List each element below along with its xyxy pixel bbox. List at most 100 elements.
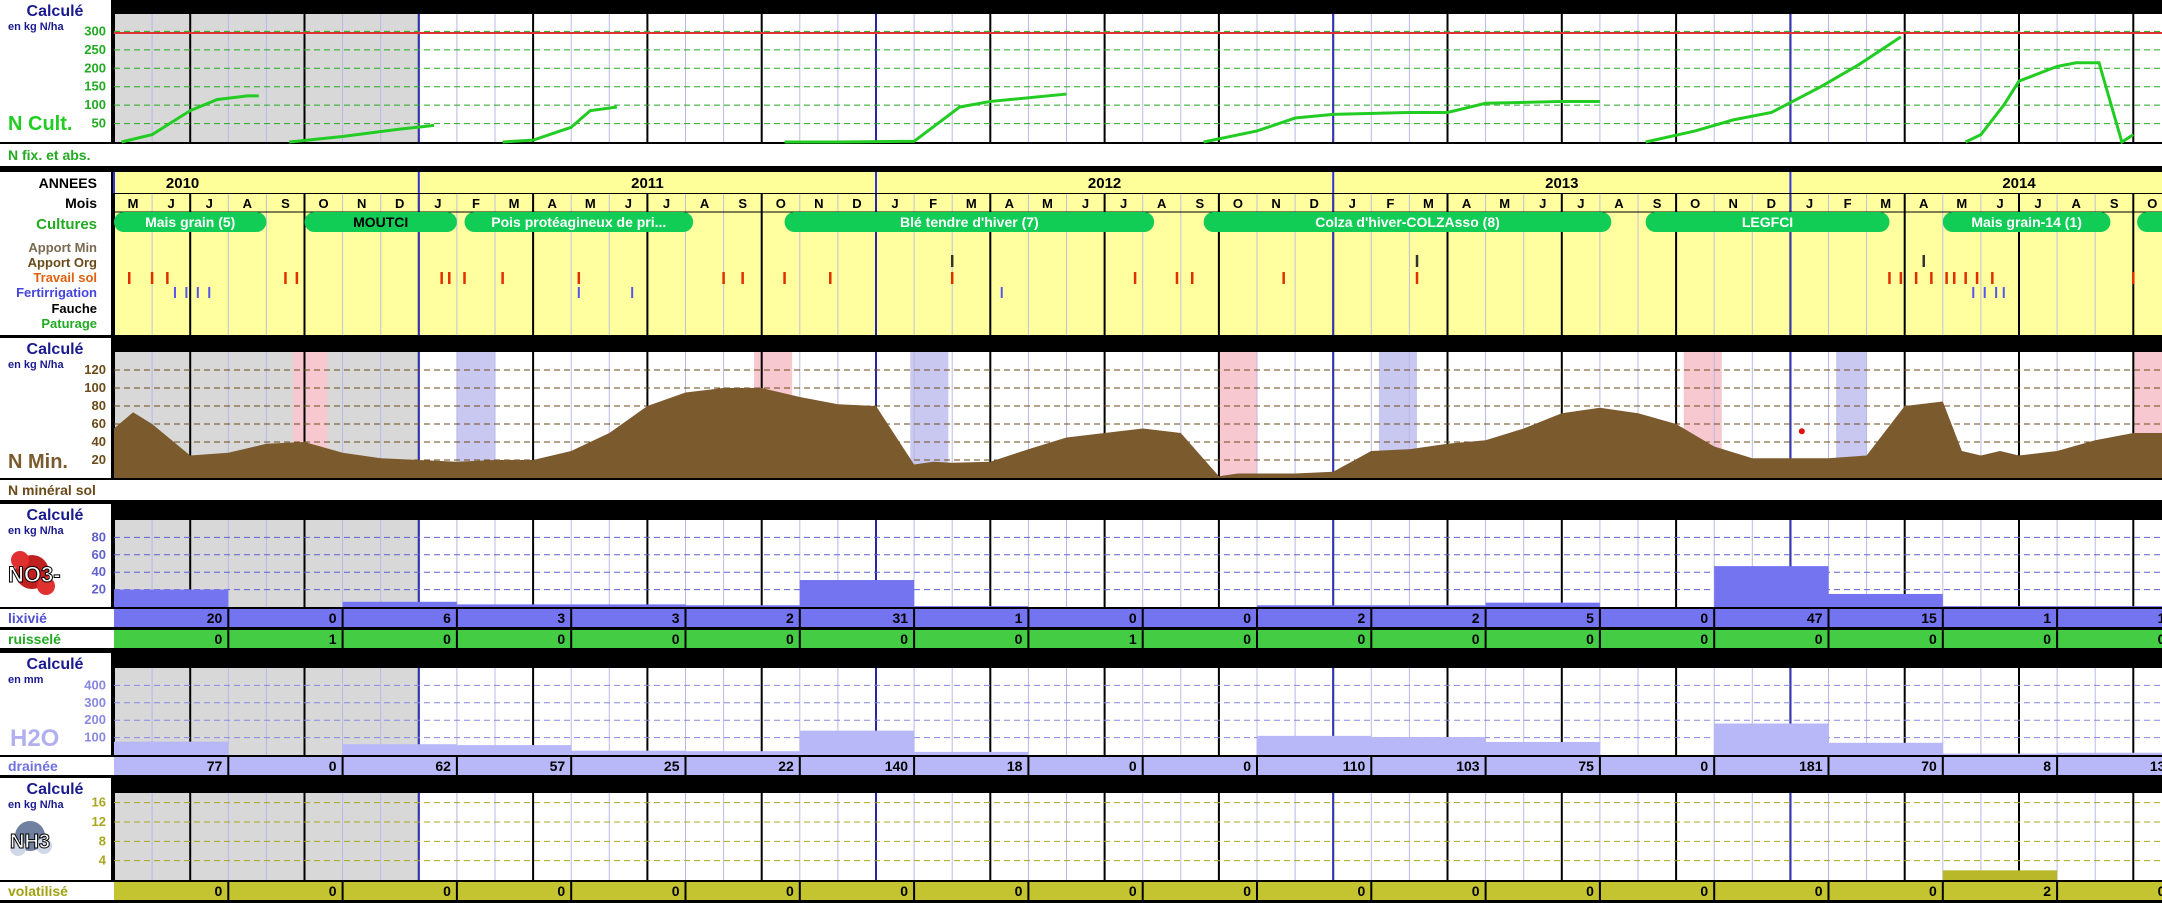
no3-icon-text: NO3-: [8, 562, 61, 587]
lixivie-bar: [571, 604, 686, 607]
crop-label: Colza d'hiver-COLZAsso (8): [1315, 214, 1500, 230]
lixivie-value: 2: [1472, 610, 1480, 626]
month-label: M: [509, 196, 520, 211]
month-label: J: [168, 196, 175, 211]
ruissele-value: 0: [1243, 631, 1251, 647]
month-label: J: [2034, 196, 2041, 211]
ruissele-label: ruisselé: [8, 631, 61, 647]
lixivie-bar: [1828, 593, 1943, 607]
year-label: 2013: [1545, 175, 1578, 192]
lixivie-bar: [799, 580, 915, 607]
calcule-label: Calculé: [27, 341, 84, 358]
y-tick-label: 80: [92, 529, 106, 544]
volatilise-value: 0: [1129, 883, 1137, 899]
h2o-plot-bg: [114, 668, 2162, 755]
draine-value: 18: [1007, 758, 1023, 774]
draine-bar: [1485, 741, 1600, 755]
month-label: J: [434, 196, 441, 211]
lixivie-value: 0: [1243, 610, 1251, 626]
volatilise-value: 0: [215, 883, 223, 899]
month-label: M: [128, 196, 139, 211]
draine-value: 75: [1578, 758, 1594, 774]
crop-label: LEGFCI: [1742, 214, 1793, 230]
ruissele-value: 0: [1015, 631, 1023, 647]
nfix-row: [0, 144, 2162, 166]
crop-label: Pois protéagineux de pri...: [491, 214, 666, 230]
draine-bar: [2057, 752, 2162, 755]
crop-label: Mais grain-14 (1): [1971, 214, 2081, 230]
lixivie-label: lixivié: [8, 610, 47, 626]
lixivie-value: 3: [557, 610, 565, 626]
unit-label: en kg N/ha: [8, 21, 65, 33]
volatilise-value: 0: [1586, 883, 1594, 899]
ruissele-value: 0: [2158, 631, 2162, 647]
unit-label: en kg N/ha: [8, 525, 65, 537]
volatilise-value: 2: [2043, 883, 2051, 899]
calcule-label: Calculé: [27, 3, 84, 20]
month-label: F: [1844, 196, 1852, 211]
lixivie-bar: [1371, 605, 1486, 607]
y-tick-label: 8: [99, 833, 106, 848]
y-tick-label: 4: [99, 853, 107, 868]
draine-bar: [1371, 737, 1486, 755]
month-label: N: [357, 196, 366, 211]
calcule-label: Calculé: [27, 781, 84, 798]
lixivie-value: 0: [329, 610, 337, 626]
y-tick-label: 20: [92, 452, 106, 467]
month-label: J: [1349, 196, 1356, 211]
volatilise-row: [114, 882, 2162, 900]
month-label: O: [318, 196, 328, 211]
nmin-measure-point: [1798, 428, 1805, 435]
month-label: O: [1233, 196, 1243, 211]
volatilise-value: 0: [786, 883, 794, 899]
lixivie-bar: [914, 606, 1029, 607]
month-label: A: [1919, 196, 1929, 211]
ruissele-value: 0: [1472, 631, 1480, 647]
crop-label: Mais grain (5): [145, 214, 235, 230]
month-label: J: [625, 196, 632, 211]
month-label: O: [2147, 196, 2157, 211]
cultures-label: Cultures: [36, 216, 97, 233]
ruissele-value: 1: [329, 631, 337, 647]
y-tick-label: 200: [84, 712, 106, 727]
draine-value: 77: [207, 758, 223, 774]
nh3-icon-text: NH3: [10, 831, 50, 853]
month-label: A: [2071, 196, 2081, 211]
month-label: M: [1423, 196, 1434, 211]
crop-label: Blé tendre d'hiver (7): [900, 214, 1039, 230]
nmin-sub-label: N minéral sol: [8, 482, 96, 498]
ncult-title: N Cult.: [8, 113, 72, 135]
ruissele-value: 0: [672, 631, 680, 647]
volatilise-value: 0: [672, 883, 680, 899]
draine-bar: [456, 745, 572, 755]
draine-value: 57: [550, 758, 566, 774]
y-tick-label: 12: [92, 814, 106, 829]
ruissele-value: 0: [1586, 631, 1594, 647]
h2o-icon-text: H2O: [10, 725, 59, 752]
unit-label: en mm: [8, 674, 44, 686]
apport-min-label: Apport Min: [28, 240, 97, 255]
y-tick-label: 200: [84, 60, 106, 75]
year-label: 2012: [1088, 175, 1121, 192]
month-label: M: [1042, 196, 1053, 211]
draine-value: 0: [1700, 758, 1708, 774]
month-label: J: [1082, 196, 1089, 211]
month-label: M: [1956, 196, 1967, 211]
lixivie-row: [114, 609, 2162, 627]
month-label: A: [700, 196, 710, 211]
lixivie-value: 20: [207, 610, 223, 626]
month-label: M: [1880, 196, 1891, 211]
y-tick-label: 400: [84, 677, 106, 692]
volatilise-label: volatilisé: [8, 883, 68, 899]
month-label: A: [243, 196, 253, 211]
draine-bar: [1942, 753, 2058, 755]
month-label: O: [776, 196, 786, 211]
lixivie-value: 3: [672, 610, 680, 626]
month-label: A: [1614, 196, 1624, 211]
month-label: N: [1271, 196, 1280, 211]
paturage-label: Paturage: [41, 316, 97, 331]
month-label: J: [1120, 196, 1127, 211]
draine-bar: [1714, 723, 1829, 755]
ruissele-row: [114, 630, 2162, 648]
draine-value: 181: [1799, 758, 1823, 774]
